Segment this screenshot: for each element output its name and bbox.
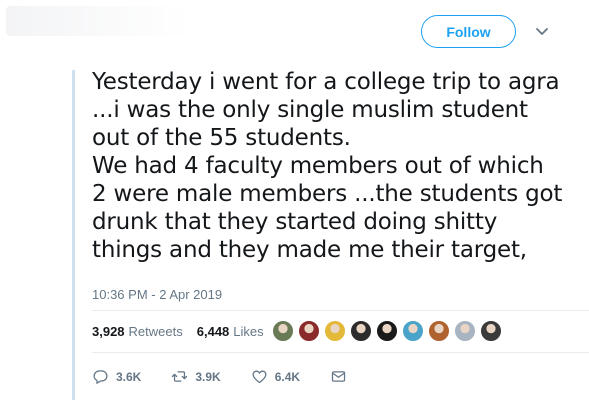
tweet-line: We had 4 faculty members out of which	[92, 153, 544, 179]
envelope-icon	[331, 371, 346, 382]
heart-icon	[252, 370, 267, 384]
tweet-timestamp[interactable]: 10:36 PM - 2 Apr 2019	[92, 287, 222, 302]
chevron-down-icon[interactable]	[534, 23, 550, 39]
tweet-actions: 3.6K 3.9K 6.4K	[92, 368, 377, 385]
liker-avatar[interactable]	[298, 320, 320, 342]
liker-avatar[interactable]	[376, 320, 398, 342]
tweet-line: drunk that they started doing shitty	[92, 209, 498, 235]
tweet-line: ...i was the only single muslim student	[92, 97, 528, 123]
likes-count: 6,448	[196, 324, 230, 339]
like-count: 6.4K	[274, 369, 301, 384]
liker-avatar[interactable]	[428, 320, 450, 342]
retweets-label: Retweets	[128, 324, 183, 339]
liker-avatar[interactable]	[480, 320, 502, 342]
follow-button[interactable]: Follow	[421, 15, 516, 48]
liker-avatar[interactable]	[324, 320, 346, 342]
retweets-count: 3,928	[92, 324, 125, 339]
thread-rule	[72, 70, 75, 400]
liker-avatar[interactable]	[350, 320, 372, 342]
retweet-icon	[172, 371, 188, 382]
reply-icon	[93, 370, 108, 384]
reply-count: 3.6K	[116, 369, 142, 384]
liker-avatar[interactable]	[454, 320, 476, 342]
liker-avatar[interactable]	[272, 320, 294, 342]
likes-stat[interactable]: 6,448 Likes	[197, 324, 264, 339]
liker-avatar[interactable]	[402, 320, 424, 342]
tweet-line: things and they made me their target,	[92, 237, 527, 263]
retweet-count: 3.9K	[195, 369, 221, 384]
retweet-button[interactable]: 3.9K	[171, 368, 221, 385]
likes-label: Likes	[233, 324, 264, 339]
tweet-line: 2 were male members ...the students got	[92, 181, 563, 207]
engagement-stats: 3,928 Retweets 6,448 Likes	[92, 324, 264, 339]
divider	[92, 352, 589, 353]
divider	[92, 310, 589, 311]
tweet-card: Follow Yesterday i went for a college tr…	[0, 0, 589, 400]
blurred-user-header	[6, 6, 236, 36]
tweet-text: Yesterday i went for a college trip to a…	[92, 68, 562, 264]
direct-message-button[interactable]	[330, 368, 347, 385]
like-button[interactable]: 6.4K	[251, 368, 300, 385]
tweet-line: Yesterday i went for a college trip to a…	[92, 69, 560, 95]
reply-button[interactable]: 3.6K	[92, 368, 141, 385]
retweets-stat[interactable]: 3,928 Retweets	[92, 324, 183, 339]
tweet-line: out of the 55 students.	[92, 125, 351, 151]
liker-avatars	[272, 320, 502, 342]
